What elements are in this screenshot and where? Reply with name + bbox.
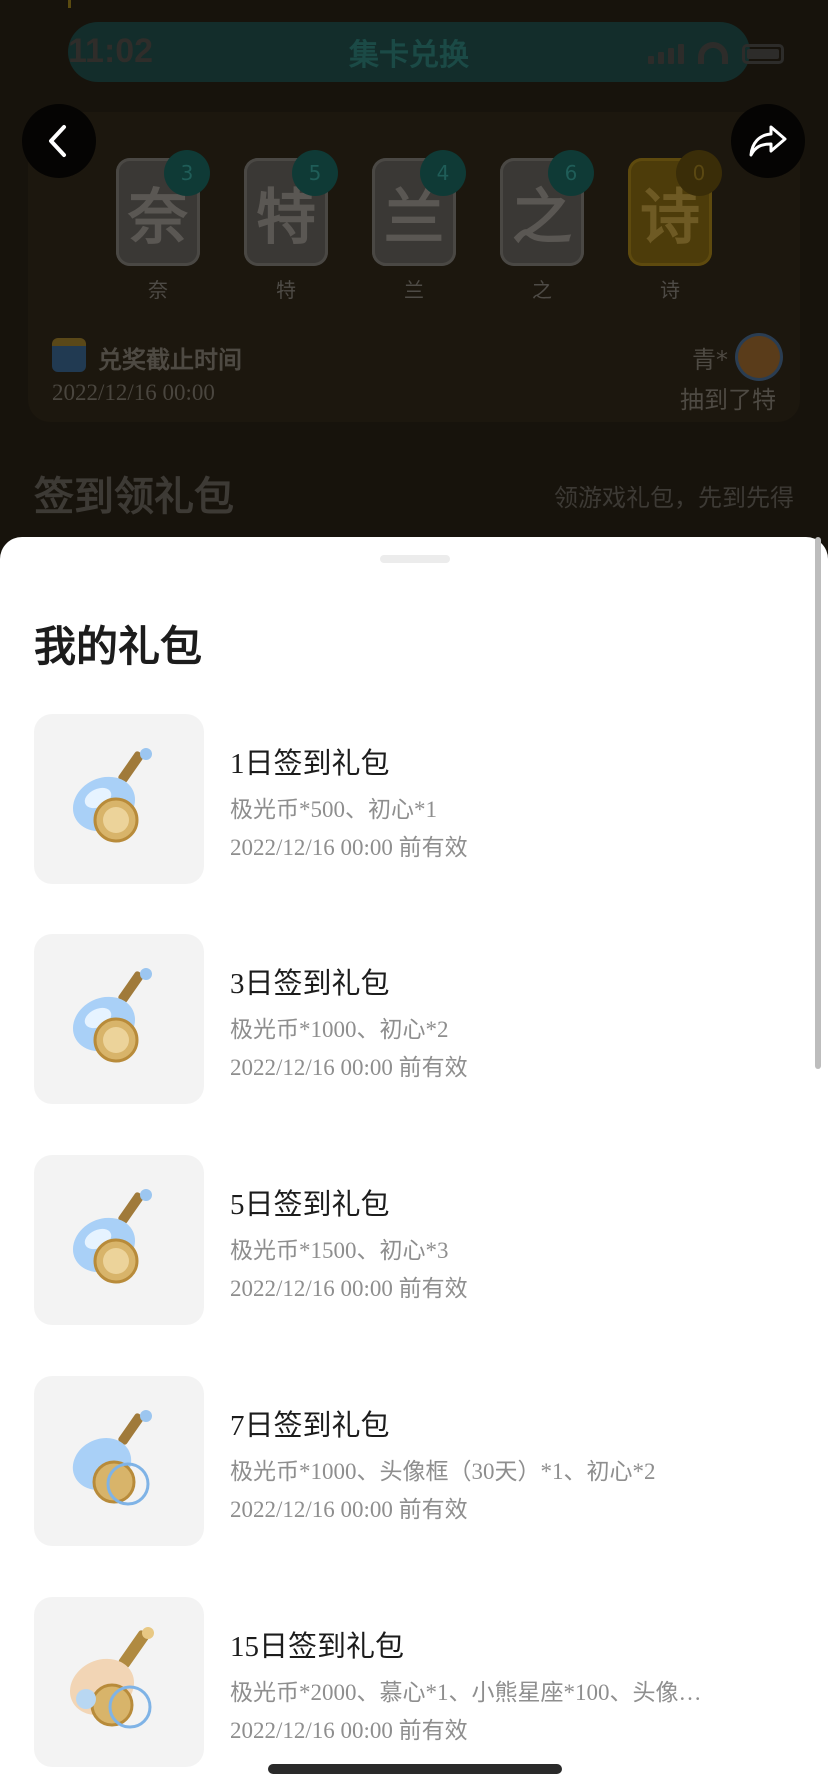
gift-expiry: 2022/12/16 00:00 前有效 [230, 1055, 468, 1080]
potion-bottle-coin-icon [72, 748, 152, 843]
deadline-value: 2022/12/16 00:00 [52, 380, 215, 405]
avatar [738, 336, 780, 378]
gift-expiry: 2022/12/16 00:00 前有效 [230, 835, 468, 860]
card-label: 诗 [660, 278, 680, 302]
gift-expiry: 2022/12/16 00:00 前有效 [230, 1718, 468, 1743]
status-bar: 11:02 [0, 0, 828, 100]
gift-item[interactable]: 5日签到礼包 极光币*1500、初心*3 2022/12/16 00:00 前有… [34, 1155, 794, 1325]
status-time: 11:02 [68, 32, 154, 70]
gift-contents: 极光币*1000、头像框（30天）*1、初心*2 [230, 1459, 656, 1484]
gift-contents: 极光币*500、初心*1 [230, 797, 437, 822]
card-count-badge: 4 [420, 150, 466, 196]
gift-thumbnail [34, 934, 204, 1104]
gift-name: 5日签到礼包 [230, 1189, 390, 1221]
sheet-title: 我的礼包 [34, 622, 203, 671]
share-arrow-icon [749, 125, 787, 157]
card-label: 奈 [148, 278, 168, 302]
scrollbar[interactable] [815, 537, 821, 1069]
sheet-grabber[interactable] [380, 555, 450, 563]
gift-thumbnail [34, 714, 204, 884]
gift-contents: 极光币*1000、初心*2 [230, 1017, 449, 1042]
gift-name: 3日签到礼包 [230, 968, 390, 1000]
card-count-badge: 6 [548, 150, 594, 196]
status-icons [648, 42, 784, 64]
gift-contents: 极光币*2000、慕心*1、小熊星座*100、头像… [230, 1680, 702, 1705]
winner-desc: 抽到了特 [680, 386, 776, 414]
share-button[interactable] [731, 104, 805, 178]
gift-item[interactable]: 7日签到礼包 极光币*1000、头像框（30天）*1、初心*2 2022/12/… [34, 1376, 794, 1546]
card-label: 特 [276, 278, 296, 302]
gift-thumbnail [34, 1597, 204, 1767]
potion-bottle-coin-icon [72, 968, 152, 1063]
wifi-icon [698, 42, 728, 64]
winner-name: 青* [692, 346, 728, 374]
gift-item[interactable]: 15日签到礼包 极光币*2000、慕心*1、小熊星座*100、头像… 2022/… [34, 1597, 794, 1767]
gift-expiry: 2022/12/16 00:00 前有效 [230, 1497, 468, 1522]
battery-icon [742, 44, 784, 64]
potion-bottle-coin-ring-icon [69, 1627, 154, 1729]
gift-name: 1日签到礼包 [230, 748, 390, 780]
card-count-badge: 3 [164, 150, 210, 196]
card-label: 之 [532, 278, 552, 302]
gift-name: 15日签到礼包 [230, 1631, 405, 1663]
section-subtitle: 领游戏礼包，先到先得 [554, 484, 794, 512]
section-title: 签到领礼包 [34, 474, 234, 520]
gift-thumbnail [34, 1155, 204, 1325]
deadline-label: 兑奖截止时间 [98, 346, 242, 374]
back-button[interactable] [22, 104, 96, 178]
background-page: 集卡兑换 11:02 奈 3 奈 特 5 特 兰 4 兰 之 6 之 诗 0 诗… [0, 0, 828, 560]
chevron-left-icon [49, 125, 66, 157]
card-label: 兰 [404, 278, 424, 302]
card-count-badge: 5 [292, 150, 338, 196]
gift-item[interactable]: 3日签到礼包 极光币*1000、初心*2 2022/12/16 00:00 前有… [34, 934, 794, 1104]
gift-contents: 极光币*1500、初心*3 [230, 1238, 449, 1263]
potion-bottle-coin-ring-icon [72, 1410, 152, 1506]
calendar-icon [52, 338, 86, 372]
gift-item[interactable]: 1日签到礼包 极光币*500、初心*1 2022/12/16 00:00 前有效 [34, 714, 794, 884]
cellular-signal-icon [648, 44, 684, 64]
card-count-badge: 0 [676, 150, 722, 196]
potion-bottle-coin-icon [72, 1189, 152, 1284]
gift-name: 7日签到礼包 [230, 1410, 390, 1442]
gift-expiry: 2022/12/16 00:00 前有效 [230, 1276, 468, 1301]
home-indicator[interactable] [268, 1764, 562, 1774]
my-gifts-sheet: 我的礼包 1日签到礼包 极光币*500、初心*1 2022/12/16 00:0… [0, 537, 828, 1792]
gift-thumbnail [34, 1376, 204, 1546]
